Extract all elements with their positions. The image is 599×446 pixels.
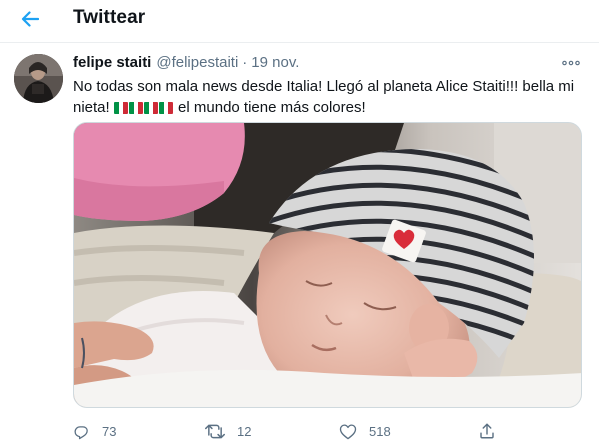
tweet-text-line1: No todas son mala news desde Italia! Lle… xyxy=(73,78,575,95)
italy-flag-icon xyxy=(113,102,128,114)
tweet-text-line2-start: nieta! xyxy=(73,99,110,116)
tweet-timestamp[interactable]: 19 nov. xyxy=(251,54,299,71)
like-button[interactable]: 518 xyxy=(339,420,391,442)
share-button[interactable] xyxy=(478,420,496,442)
more-options-button[interactable] xyxy=(560,56,582,70)
page-header: Twittear xyxy=(0,0,599,43)
reply-icon xyxy=(74,425,88,439)
italy-flag-icon xyxy=(128,102,143,114)
tweet-text: No todas son mala news desde Italia! Lle… xyxy=(73,76,585,120)
separator-dot: · xyxy=(242,54,248,71)
tweet-photo[interactable] xyxy=(73,122,582,408)
page-title: Twittear xyxy=(73,7,146,28)
avatar-image xyxy=(14,54,63,103)
tweet-actions: 73 12 518 xyxy=(73,420,583,442)
author-name[interactable]: felipe staiti xyxy=(73,54,151,71)
italy-flag-icon xyxy=(143,102,158,114)
reply-button[interactable]: 73 xyxy=(73,420,116,442)
retweet-count: 12 xyxy=(237,423,252,439)
retweet-button[interactable]: 12 xyxy=(205,420,251,442)
more-options-icon xyxy=(562,60,580,66)
like-icon xyxy=(339,423,357,439)
like-count: 518 xyxy=(369,423,391,439)
retweet-icon xyxy=(205,424,225,438)
author-handle[interactable]: @felipestaiti xyxy=(156,54,238,71)
tweet-text-line2-end: el mundo tiene más colores! xyxy=(178,99,366,116)
avatar[interactable] xyxy=(14,54,63,103)
back-button[interactable] xyxy=(15,4,45,34)
share-icon xyxy=(480,423,494,439)
back-arrow-icon xyxy=(21,11,39,27)
tweet: felipe staiti @felipestaiti · 19 nov. No… xyxy=(0,44,599,446)
tweet-header: felipe staiti @felipestaiti · 19 nov. xyxy=(73,54,299,74)
newborn-photo xyxy=(74,123,581,407)
italy-flag-icon xyxy=(158,102,173,114)
reply-count: 73 xyxy=(102,423,117,439)
italy-flag-emojis xyxy=(113,99,174,120)
